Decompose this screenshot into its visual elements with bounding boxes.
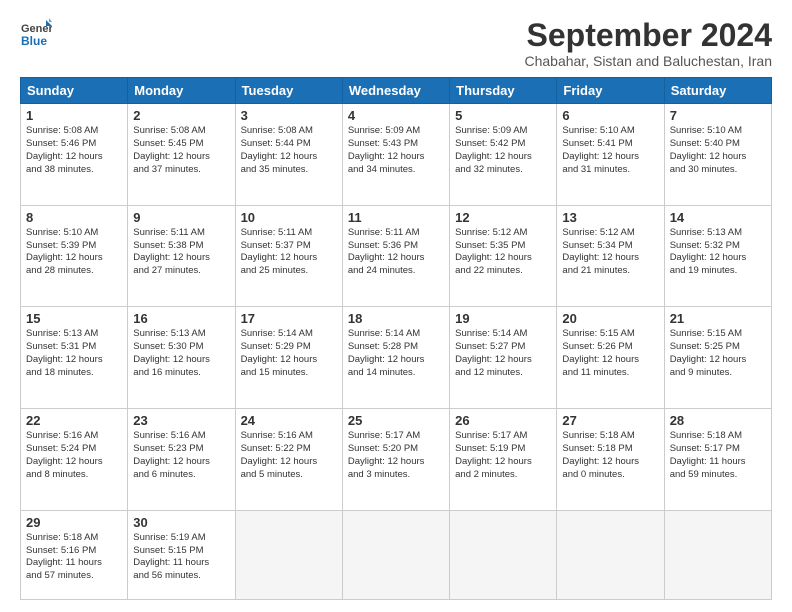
table-row: 20Sunrise: 5:15 AMSunset: 5:26 PMDayligh… <box>557 307 664 409</box>
table-row: 4Sunrise: 5:09 AMSunset: 5:43 PMDaylight… <box>342 104 449 206</box>
table-row: 24Sunrise: 5:16 AMSunset: 5:22 PMDayligh… <box>235 409 342 511</box>
table-row: 16Sunrise: 5:13 AMSunset: 5:30 PMDayligh… <box>128 307 235 409</box>
col-tuesday: Tuesday <box>235 78 342 104</box>
table-row: 5Sunrise: 5:09 AMSunset: 5:42 PMDaylight… <box>450 104 557 206</box>
col-wednesday: Wednesday <box>342 78 449 104</box>
table-row: 2Sunrise: 5:08 AMSunset: 5:45 PMDaylight… <box>128 104 235 206</box>
table-row: 17Sunrise: 5:14 AMSunset: 5:29 PMDayligh… <box>235 307 342 409</box>
table-row: 19Sunrise: 5:14 AMSunset: 5:27 PMDayligh… <box>450 307 557 409</box>
header: General Blue September 2024 Chabahar, Si… <box>20 18 772 69</box>
col-friday: Friday <box>557 78 664 104</box>
header-row: Sunday Monday Tuesday Wednesday Thursday… <box>21 78 772 104</box>
table-row: 23Sunrise: 5:16 AMSunset: 5:23 PMDayligh… <box>128 409 235 511</box>
week-row-4: 22Sunrise: 5:16 AMSunset: 5:24 PMDayligh… <box>21 409 772 511</box>
table-row: 25Sunrise: 5:17 AMSunset: 5:20 PMDayligh… <box>342 409 449 511</box>
table-row: 6Sunrise: 5:10 AMSunset: 5:41 PMDaylight… <box>557 104 664 206</box>
table-row: 13Sunrise: 5:12 AMSunset: 5:34 PMDayligh… <box>557 205 664 307</box>
table-row <box>450 510 557 599</box>
table-row: 7Sunrise: 5:10 AMSunset: 5:40 PMDaylight… <box>664 104 771 206</box>
logo: General Blue <box>20 18 52 50</box>
table-row: 8Sunrise: 5:10 AMSunset: 5:39 PMDaylight… <box>21 205 128 307</box>
table-row: 14Sunrise: 5:13 AMSunset: 5:32 PMDayligh… <box>664 205 771 307</box>
week-row-3: 15Sunrise: 5:13 AMSunset: 5:31 PMDayligh… <box>21 307 772 409</box>
col-thursday: Thursday <box>450 78 557 104</box>
week-row-5: 29Sunrise: 5:18 AMSunset: 5:16 PMDayligh… <box>21 510 772 599</box>
table-row: 30Sunrise: 5:19 AMSunset: 5:15 PMDayligh… <box>128 510 235 599</box>
table-row: 26Sunrise: 5:17 AMSunset: 5:19 PMDayligh… <box>450 409 557 511</box>
table-row: 18Sunrise: 5:14 AMSunset: 5:28 PMDayligh… <box>342 307 449 409</box>
col-saturday: Saturday <box>664 78 771 104</box>
table-row: 29Sunrise: 5:18 AMSunset: 5:16 PMDayligh… <box>21 510 128 599</box>
table-row: 9Sunrise: 5:11 AMSunset: 5:38 PMDaylight… <box>128 205 235 307</box>
table-row <box>557 510 664 599</box>
table-row: 3Sunrise: 5:08 AMSunset: 5:44 PMDaylight… <box>235 104 342 206</box>
calendar-table: Sunday Monday Tuesday Wednesday Thursday… <box>20 77 772 600</box>
table-row <box>235 510 342 599</box>
table-row: 21Sunrise: 5:15 AMSunset: 5:25 PMDayligh… <box>664 307 771 409</box>
title-section: September 2024 Chabahar, Sistan and Balu… <box>524 18 772 69</box>
table-row: 28Sunrise: 5:18 AMSunset: 5:17 PMDayligh… <box>664 409 771 511</box>
table-row: 1Sunrise: 5:08 AMSunset: 5:46 PMDaylight… <box>21 104 128 206</box>
location-subtitle: Chabahar, Sistan and Baluchestan, Iran <box>524 53 772 69</box>
logo-svg: General Blue <box>20 18 52 50</box>
week-row-1: 1Sunrise: 5:08 AMSunset: 5:46 PMDaylight… <box>21 104 772 206</box>
svg-text:Blue: Blue <box>21 34 47 48</box>
month-title: September 2024 <box>524 18 772 53</box>
week-row-2: 8Sunrise: 5:10 AMSunset: 5:39 PMDaylight… <box>21 205 772 307</box>
table-row: 11Sunrise: 5:11 AMSunset: 5:36 PMDayligh… <box>342 205 449 307</box>
table-row: 10Sunrise: 5:11 AMSunset: 5:37 PMDayligh… <box>235 205 342 307</box>
col-monday: Monday <box>128 78 235 104</box>
table-row: 22Sunrise: 5:16 AMSunset: 5:24 PMDayligh… <box>21 409 128 511</box>
page: General Blue September 2024 Chabahar, Si… <box>0 0 792 612</box>
table-row: 27Sunrise: 5:18 AMSunset: 5:18 PMDayligh… <box>557 409 664 511</box>
table-row <box>664 510 771 599</box>
table-row: 15Sunrise: 5:13 AMSunset: 5:31 PMDayligh… <box>21 307 128 409</box>
table-row <box>342 510 449 599</box>
table-row: 12Sunrise: 5:12 AMSunset: 5:35 PMDayligh… <box>450 205 557 307</box>
col-sunday: Sunday <box>21 78 128 104</box>
